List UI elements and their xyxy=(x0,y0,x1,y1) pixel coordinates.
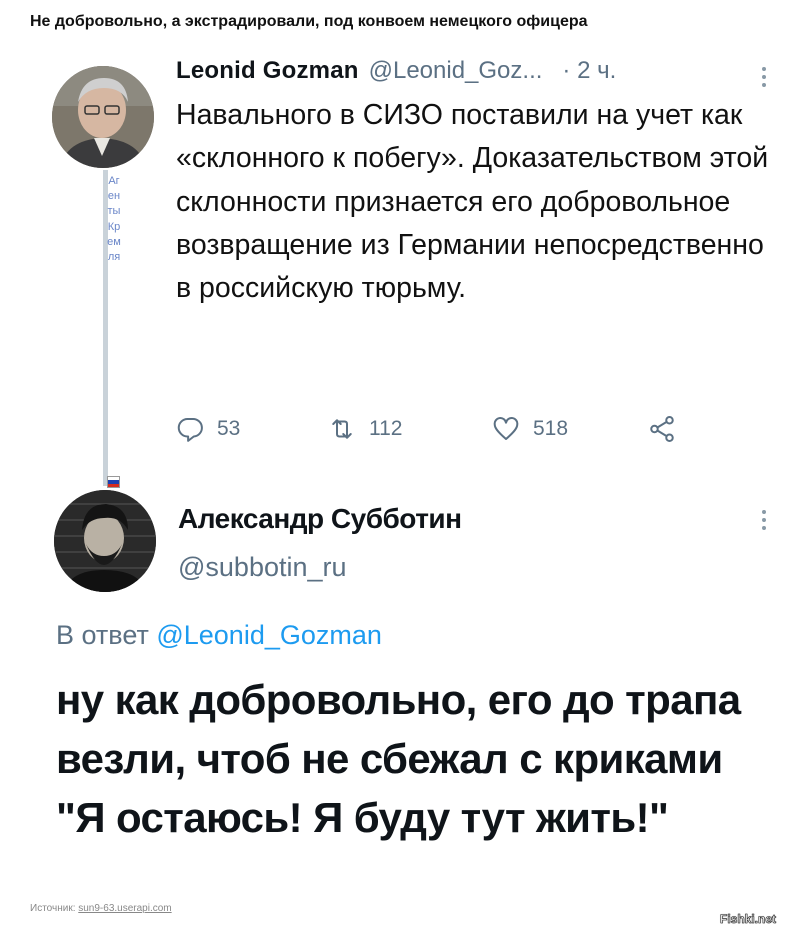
source-line: Источник: sun9-63.userapi.com xyxy=(30,903,172,914)
more-icon[interactable] xyxy=(761,509,767,531)
tweet1-author-name[interactable]: Leonid Gozman xyxy=(176,57,359,85)
share-button[interactable] xyxy=(647,414,689,444)
avatar-aleksandr-subbotin[interactable] xyxy=(54,490,156,592)
source-label: Источник: xyxy=(30,903,76,914)
tweet1-timestamp[interactable]: · 2 ч. xyxy=(562,57,616,85)
russian-flag-icon xyxy=(107,476,120,488)
retweet-count: 112 xyxy=(369,417,403,440)
watermark: Fishki.net xyxy=(719,912,777,927)
page-title: Не добровольно, а экстрадировали, под ко… xyxy=(30,13,588,30)
thread-caption: Агенты Кремля xyxy=(107,175,121,264)
reply-to-line: В ответ @Leonid_Gozman xyxy=(56,620,382,651)
retweet-button[interactable]: 112 xyxy=(327,414,402,444)
share-icon xyxy=(650,416,674,442)
reply-icon xyxy=(177,417,203,442)
reply-prefix: В ответ xyxy=(56,620,149,650)
tweet2-text: ну как добровольно, его до трапа везли, … xyxy=(56,676,741,841)
tweet1-text: Навального в СИЗО поставили на учет как … xyxy=(176,99,769,305)
tweet1-author-handle[interactable]: @Leonid_Goz... xyxy=(369,57,543,85)
tweet1-actions: 53 112 518 xyxy=(175,414,695,450)
avatar-leonid-gozman[interactable] xyxy=(52,66,154,168)
tweet2-author-name[interactable]: Александр Субботин xyxy=(178,503,462,535)
reply-button[interactable]: 53 xyxy=(175,414,240,444)
source-link[interactable]: sun9-63.userapi.com xyxy=(78,903,171,914)
tweet1-header: Leonid Gozman @Leonid_Goz... · 2 ч. xyxy=(176,57,766,85)
tweet2-author-handle[interactable]: @subbotin_ru xyxy=(178,552,347,583)
retweet-icon xyxy=(332,419,352,439)
like-icon xyxy=(493,417,519,440)
more-icon[interactable] xyxy=(761,66,767,88)
reply-mention-link[interactable]: @Leonid_Gozman xyxy=(156,620,382,650)
like-button[interactable]: 518 xyxy=(491,414,568,444)
like-count: 518 xyxy=(533,417,569,440)
reply-count: 53 xyxy=(217,417,241,440)
